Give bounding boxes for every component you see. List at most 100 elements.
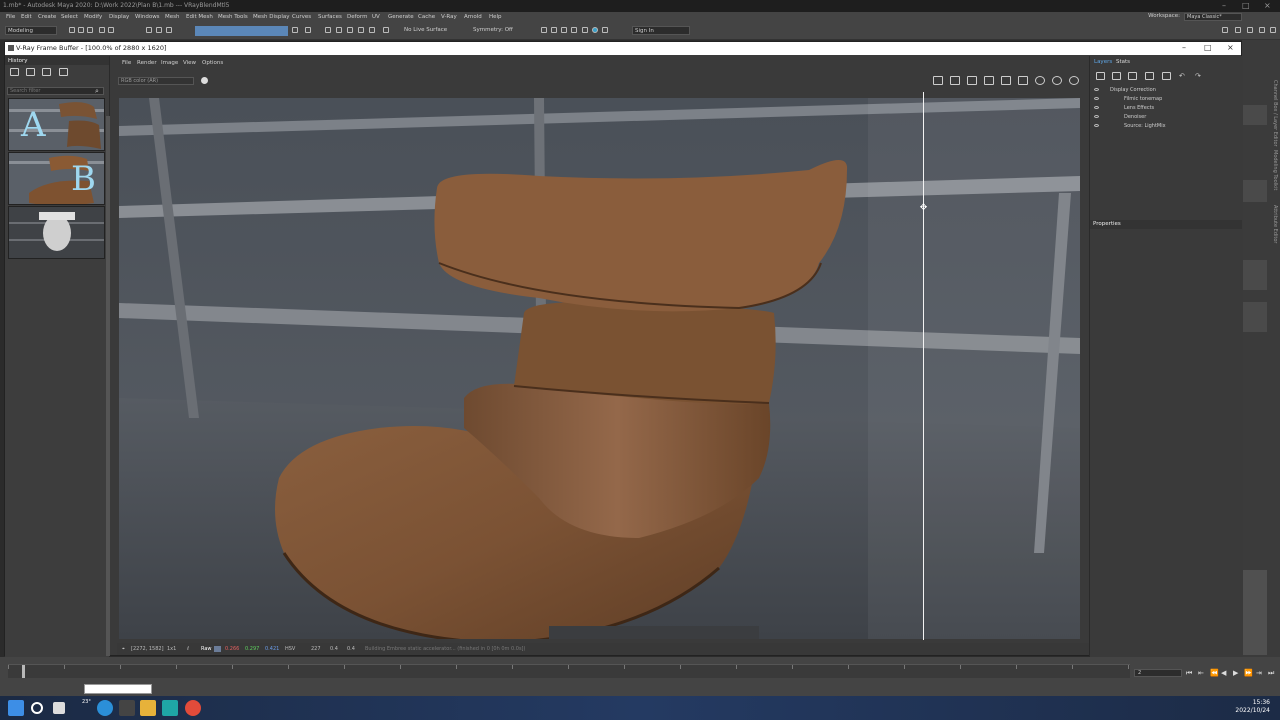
render-icon[interactable] [551,27,557,33]
timeline-ruler[interactable] [8,664,1130,678]
color-picker-icon[interactable] [201,77,208,84]
menu-cache[interactable]: Cache [418,14,435,20]
snap-curve-icon[interactable] [336,27,342,33]
menu-mesh-display[interactable]: Mesh Display [253,14,290,20]
hsv-dropdown[interactable]: HSV [285,646,295,652]
minimize-icon[interactable]: – [1222,1,1226,10]
select-by-object-icon[interactable] [156,27,162,33]
menu-display[interactable]: Display [109,14,129,20]
menu-arnold[interactable]: Arnold [464,14,482,20]
menu-surfaces[interactable]: Surfaces [318,14,342,20]
file-explorer-icon[interactable] [140,700,156,716]
layer-row-denoiser[interactable]: Denoiser [1092,113,1240,122]
vfb-menu-file[interactable]: File [122,60,131,66]
weather-temp[interactable]: 23° [82,699,91,705]
modeling-toolkit-icon[interactable] [1222,27,1228,33]
step-forward-key-icon[interactable]: ⇥ [1256,669,1262,677]
live-surface-field[interactable]: No Live Surface [402,26,454,35]
current-frame-field[interactable]: 2 [1134,669,1182,677]
layer-list-icon[interactable] [1162,72,1171,80]
tab-stats[interactable]: Stats [1116,59,1130,65]
history-icon[interactable] [383,27,389,33]
menu-select[interactable]: Select [61,14,78,20]
save-image-icon[interactable] [933,76,943,85]
eye-icon[interactable] [1094,88,1099,91]
menu-mesh-tools[interactable]: Mesh Tools [218,14,248,20]
eye-icon[interactable] [1094,115,1099,118]
maya-taskbar-icon[interactable] [162,700,178,716]
menu-vray[interactable]: V-Ray [441,14,457,20]
vfb-close-icon[interactable]: × [1227,43,1234,52]
save-layers-icon[interactable] [1096,72,1105,80]
play-back-icon[interactable]: ◀ [1221,669,1226,677]
ipr-render-icon[interactable] [561,27,567,33]
ab-compare-divider[interactable] [923,92,924,640]
attribute-editor-icon[interactable] [1235,27,1241,33]
save-all-icon[interactable] [950,76,960,85]
workspace-dropdown[interactable]: Maya Classic* [1184,13,1242,21]
history-delete-icon[interactable] [59,68,68,76]
menu-edit-mesh[interactable]: Edit Mesh [186,14,213,20]
snap-icon[interactable] [305,27,311,33]
sign-in-dropdown[interactable]: Sign In [632,26,690,35]
history-thumb-b[interactable]: B [8,152,105,205]
menu-create[interactable]: Create [38,14,56,20]
close-icon[interactable]: × [1264,1,1271,10]
vfb-maximize-icon[interactable]: □ [1204,43,1212,52]
history-scrollbar[interactable] [106,116,110,656]
ipr-icon[interactable] [1035,76,1045,85]
history-ab-compare-icon[interactable] [26,68,35,76]
history-thumb-c[interactable] [8,206,105,259]
load-layers-icon[interactable] [1112,72,1121,80]
undo-icon[interactable] [99,27,105,33]
redo-icon[interactable] [108,27,114,33]
lock-camera-icon[interactable] [1018,76,1028,85]
menu-windows[interactable]: Windows [135,14,160,20]
teams-icon[interactable] [119,700,135,716]
history-thumb-a[interactable]: A [8,98,105,151]
step-back-icon[interactable]: ⏪ [1210,669,1219,677]
redo-icon[interactable]: ↷ [1195,72,1204,80]
follow-mouse-icon[interactable] [1001,76,1011,85]
edge-icon[interactable] [97,700,113,716]
step-back-key-icon[interactable]: ⇤ [1198,669,1204,677]
test-resolution-icon[interactable] [984,76,994,85]
eye-icon[interactable] [1094,124,1099,127]
go-to-end-icon[interactable]: ⏭ [1268,669,1274,678]
snap-grid-icon[interactable] [325,27,331,33]
create-layer-icon[interactable] [1145,72,1154,80]
channel-box-icon[interactable] [1259,27,1265,33]
history-search-input[interactable]: Search filter [7,87,104,95]
vfb-minimize-icon[interactable]: – [1182,43,1186,52]
menu-deform[interactable]: Deform [347,14,367,20]
color-mode[interactable]: Raw [201,646,212,652]
selection-mask-group[interactable] [195,26,288,36]
history-load-icon[interactable] [42,68,51,76]
menu-generate[interactable]: Generate [388,14,414,20]
hypershade-icon[interactable] [582,27,588,33]
vfb-menu-view[interactable]: View [183,60,196,66]
layer-row-lightmix[interactable]: Source: LightMix [1092,122,1240,131]
menu-file[interactable]: File [6,14,15,20]
undo-icon[interactable]: ↶ [1179,72,1188,80]
snap-view-icon[interactable] [358,27,364,33]
menu-mesh[interactable]: Mesh [165,14,179,20]
menu-modify[interactable]: Modify [84,14,102,20]
eye-icon[interactable] [1094,97,1099,100]
select-by-component-icon[interactable] [166,27,172,33]
layer-row-display-correction[interactable]: Display Correction [1092,86,1240,95]
outliner-icon[interactable] [1270,27,1276,33]
vfb-menu-options[interactable]: Options [202,60,223,66]
tab-layers[interactable]: Layers [1094,59,1112,65]
history-save-icon[interactable] [10,68,19,76]
command-line-input[interactable] [84,684,152,694]
vfb-menu-image[interactable]: Image [161,60,178,66]
pause-icon[interactable] [602,27,608,33]
attribute-editor-tab[interactable]: Attribute Editor [1270,205,1278,243]
current-time-marker[interactable] [22,665,25,678]
time-slider[interactable]: 2 ⏮ ⇤ ⏪ ◀ ▶ ⏩ ⇥ ⏭ [0,657,1280,682]
menu-uv[interactable]: UV [372,14,380,20]
menu-curves[interactable]: Curves [292,14,311,20]
layer-row-filmic-tonemap[interactable]: Filmic tonemap [1092,95,1240,104]
tool-settings-icon[interactable] [1247,27,1253,33]
